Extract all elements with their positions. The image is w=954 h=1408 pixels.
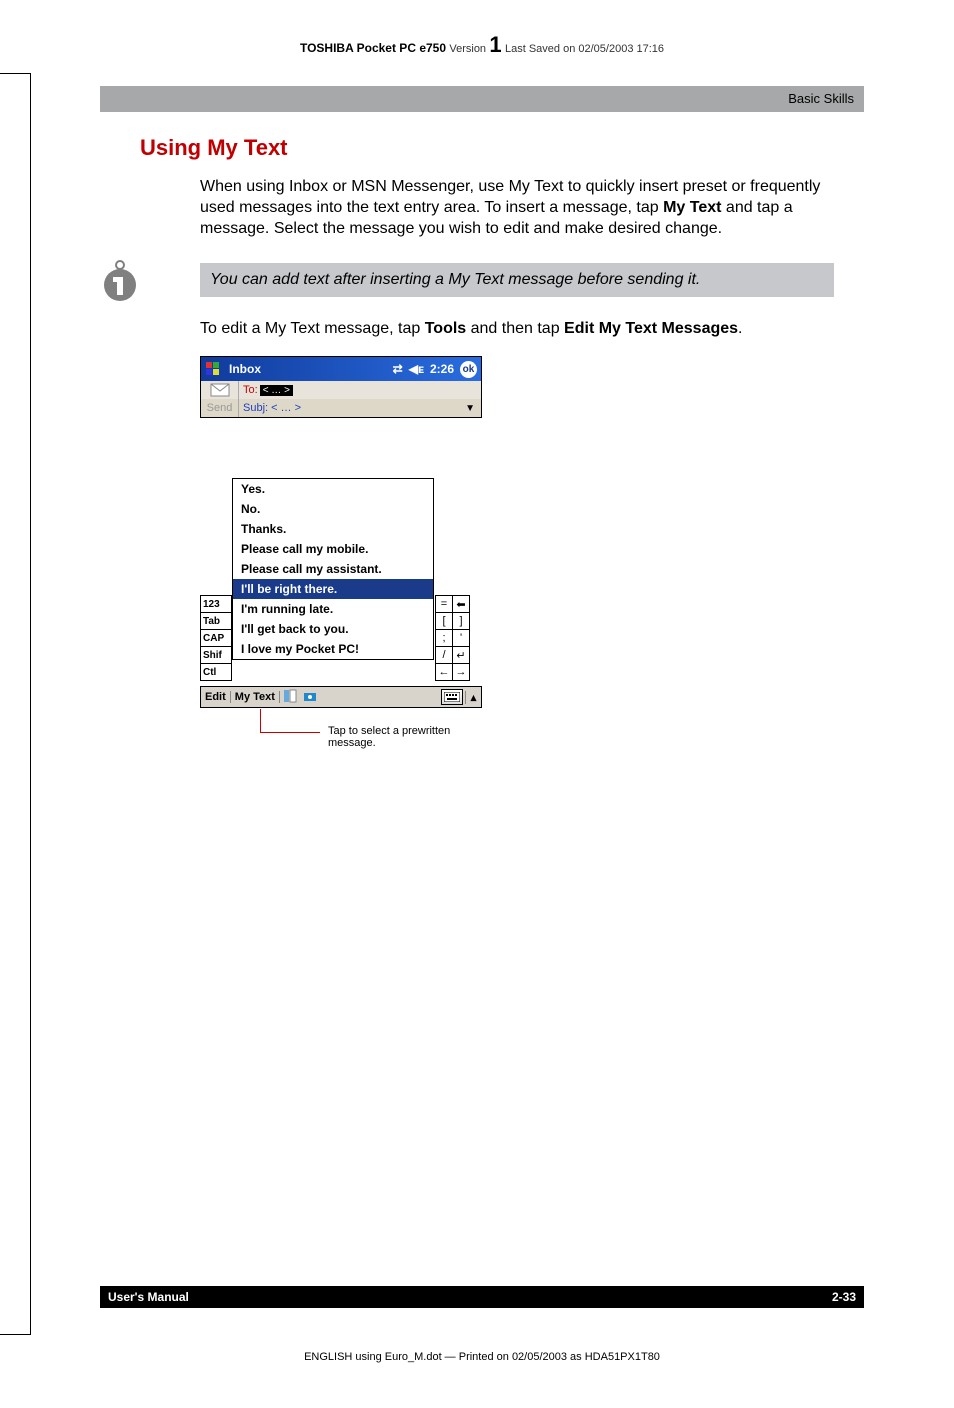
keyboard-icon[interactable] <box>441 689 463 705</box>
version-number: 1 <box>489 32 501 57</box>
mytext-item[interactable]: No. <box>233 499 433 519</box>
key-slash[interactable]: / <box>435 646 453 664</box>
edit-menu[interactable]: Edit <box>201 691 231 703</box>
running-header: TOSHIBA Pocket PC e750 Version 1 Last Sa… <box>100 32 864 58</box>
crop-mark <box>0 73 30 74</box>
subj-label: Subj: <box>239 402 268 414</box>
page-heading: Using My Text <box>140 135 834 161</box>
clock-time[interactable]: 2:26 <box>430 362 454 376</box>
keyboard-right-column: =⬅ [] ;' /↵ ←→ <box>436 596 470 681</box>
key-123[interactable]: 123 <box>200 595 232 613</box>
edit-instruction: To edit a My Text message, tap Tools and… <box>200 319 834 340</box>
callout-line <box>260 709 320 733</box>
footer-page-number: 2-33 <box>832 1290 856 1304</box>
intro-paragraph: When using Inbox or MSN Messenger, use M… <box>200 177 834 239</box>
mytext-popup-menu: Yes. No. Thanks. Please call my mobile. … <box>232 478 434 660</box>
to-field[interactable]: < … > <box>260 385 293 396</box>
start-flag-icon[interactable] <box>201 357 225 381</box>
key-ctl[interactable]: Ctl <box>200 663 232 681</box>
crop-mark <box>0 1334 30 1335</box>
key-quote[interactable]: ' <box>452 629 470 647</box>
key-tab[interactable]: Tab <box>200 612 232 630</box>
note-box: You can add text after inserting a My Te… <box>200 263 834 297</box>
toolbar-icon[interactable] <box>280 689 300 706</box>
key-equals[interactable]: = <box>435 595 453 613</box>
print-footer: ENGLISH using Euro_M.dot — Printed on 02… <box>100 1351 864 1363</box>
mytext-item[interactable]: I'll get back to you. <box>233 619 433 639</box>
info-icon <box>95 255 145 305</box>
keyboard-left-column: 123 Tab CAP Shif Ctl <box>200 596 232 681</box>
mail-icon[interactable] <box>201 381 239 399</box>
mytext-item[interactable]: Yes. <box>233 479 433 499</box>
product-name: TOSHIBA Pocket PC e750 <box>300 41 446 55</box>
mytext-item[interactable]: I'm running late. <box>233 599 433 619</box>
version-label: Version <box>449 43 486 55</box>
toolbar-icon[interactable] <box>300 689 320 706</box>
mytext-item[interactable]: Thanks. <box>233 519 433 539</box>
mytext-menu-button[interactable]: My Text <box>231 691 280 703</box>
ok-button[interactable]: ok <box>460 361 477 378</box>
send-button[interactable]: Send <box>201 399 239 417</box>
subj-field[interactable]: < … > <box>271 402 301 414</box>
callout-text: Tap to select a prewritten message. <box>328 725 482 749</box>
speaker-icon[interactable]: ◀ᴇ <box>409 362 424 376</box>
mytext-item-selected[interactable]: I'll be right there. <box>233 579 433 599</box>
pocketpc-command-bar: Edit My Text ▴ <box>200 686 482 708</box>
to-label: To: <box>239 384 258 396</box>
connection-icon[interactable]: ⇄ <box>393 362 403 376</box>
page-footer-bar: User's Manual 2-33 <box>100 1286 864 1308</box>
sip-up-icon[interactable]: ▴ <box>465 691 481 704</box>
key-cap[interactable]: CAP <box>200 629 232 647</box>
mytext-item[interactable]: I love my Pocket PC! <box>233 639 433 659</box>
footer-left: User's Manual <box>108 1290 189 1304</box>
app-title: Inbox <box>225 362 393 376</box>
section-bar: Basic Skills <box>100 86 864 112</box>
crop-mark <box>30 73 31 1335</box>
key-left[interactable]: ← <box>435 663 453 681</box>
chevron-down-icon[interactable]: ▼ <box>465 403 481 414</box>
section-title: Basic Skills <box>788 91 854 106</box>
screenshot-inbox-header: Inbox ⇄ ◀ᴇ 2:26 ok To: < … > Send Subj: … <box>200 356 482 418</box>
key-rbracket[interactable]: ] <box>452 612 470 630</box>
key-lbracket[interactable]: [ <box>435 612 453 630</box>
key-shift[interactable]: Shif <box>200 646 232 664</box>
mytext-item[interactable]: Please call my mobile. <box>233 539 433 559</box>
key-right[interactable]: → <box>452 663 470 681</box>
pocketpc-titlebar: Inbox ⇄ ◀ᴇ 2:26 ok <box>201 357 481 381</box>
key-backspace[interactable]: ⬅ <box>452 595 470 613</box>
key-enter[interactable]: ↵ <box>452 646 470 664</box>
key-semicolon[interactable]: ; <box>435 629 453 647</box>
saved-timestamp: Last Saved on 02/05/2003 17:16 <box>505 43 664 55</box>
mytext-item[interactable]: Please call my assistant. <box>233 559 433 579</box>
